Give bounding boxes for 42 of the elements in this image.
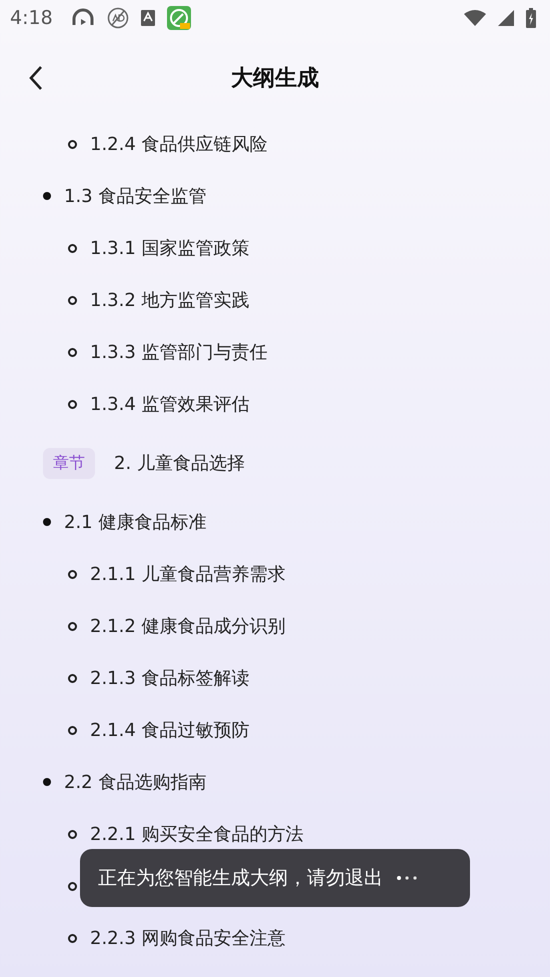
subsection-title: 2.2.3 网购食品安全注意 <box>90 927 286 950</box>
subsection-title: 2.1.3 食品标签解读 <box>90 667 250 690</box>
section-title: 2.1 健康食品标准 <box>64 511 206 534</box>
headphones-icon <box>70 8 95 28</box>
battery-icon <box>526 8 536 28</box>
font-icon <box>140 10 155 26</box>
subsection-title: 2.1.1 儿童食品营养需求 <box>90 563 286 586</box>
bullet-icon <box>68 570 77 578</box>
section-title: 2.2 食品选购指南 <box>64 771 206 794</box>
bullet-icon <box>68 348 77 356</box>
bullet-icon <box>43 778 51 786</box>
bullet-icon <box>68 400 77 408</box>
ad-block-icon <box>106 7 129 29</box>
status-time: 4:18 <box>10 7 53 29</box>
signal-icon <box>498 10 514 26</box>
subsection-title: 1.3.3 监管部门与责任 <box>90 341 268 364</box>
subsection-title: 1.3.2 地方监管实践 <box>90 289 250 312</box>
app-icon <box>166 6 191 30</box>
bullet-icon <box>68 674 77 682</box>
bullet-icon <box>68 882 77 890</box>
chapter-tag: 章节 <box>43 448 95 478</box>
bullet-icon <box>68 244 77 252</box>
chapter-title: 2. 儿童食品选择 <box>114 452 245 475</box>
bullet-icon <box>68 830 77 838</box>
bullet-icon <box>68 726 77 734</box>
bullet-icon <box>68 622 77 630</box>
page-title: 大纲生成 <box>231 65 319 93</box>
subsection-title: 2.1.4 食品过敏预防 <box>90 719 250 742</box>
subsection-title: 2.1.2 健康食品成分识别 <box>90 615 286 638</box>
subsection-title: 1.2.4 食品供应链风险 <box>90 133 268 156</box>
bullet-icon <box>43 518 51 526</box>
toast-message: 正在为您智能生成大纲，请勿退出 <box>98 866 383 891</box>
bullet-icon <box>43 192 51 200</box>
subsection-title: 1.3.4 监管效果评估 <box>90 393 250 416</box>
bullet-icon <box>68 140 77 148</box>
subsection-title: 2.2.1 购买安全食品的方法 <box>90 823 304 846</box>
loading-dots-icon <box>397 876 417 880</box>
section-title: 1.3 食品安全监管 <box>64 185 206 208</box>
subsection-title: 1.3.1 国家监管政策 <box>90 237 250 260</box>
wifi-icon <box>464 10 486 26</box>
bullet-icon <box>68 296 77 304</box>
bullet-icon <box>68 934 77 942</box>
